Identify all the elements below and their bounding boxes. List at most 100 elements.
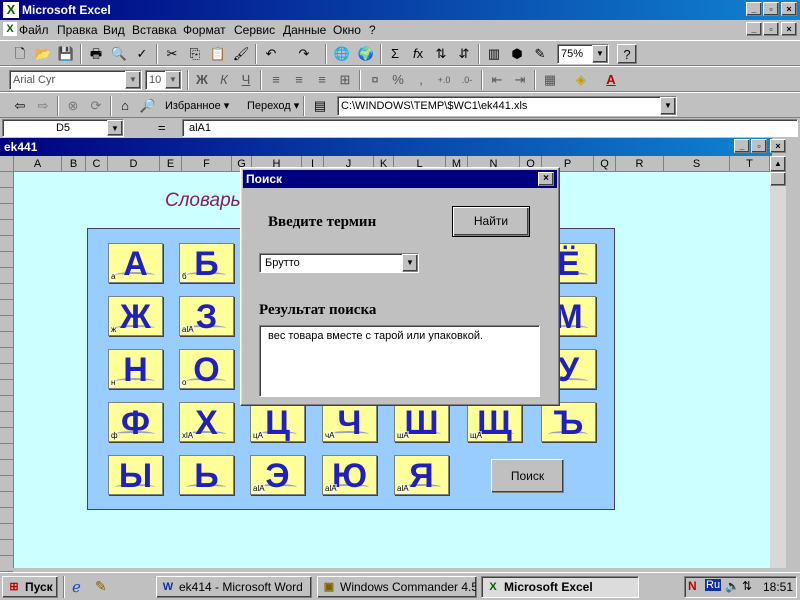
row-header[interactable]: 10 [0, 316, 13, 332]
print-preview-icon[interactable]: 🔍 [109, 44, 129, 64]
row-header[interactable]: 17 [0, 428, 13, 444]
undo-icon[interactable]: ↶ [261, 44, 281, 64]
sort-ascending-icon[interactable]: ⇅ [431, 44, 451, 64]
column-header[interactable]: F [182, 156, 232, 172]
find-button[interactable]: Найти [452, 206, 530, 237]
wb-close-button[interactable]: × [770, 139, 786, 153]
row-header[interactable]: 22 [0, 508, 13, 524]
drawing-icon[interactable]: ✎ [530, 44, 550, 64]
column-header[interactable]: D [108, 156, 160, 172]
workbook-title-bar[interactable]: ek441 _ ▫ [0, 138, 772, 156]
internet-explorer-icon[interactable]: ℯ [72, 578, 81, 596]
office-assistant-icon[interactable]: ? [617, 44, 637, 64]
redo-icon[interactable]: ↷ [294, 44, 314, 64]
letter-button[interactable]: Фф [108, 402, 163, 442]
term-select[interactable]: Брутто ▼ [259, 253, 419, 273]
letter-button[interactable]: Оо [179, 349, 234, 389]
format-painter-icon[interactable]: 🖌 [231, 44, 251, 64]
row-header[interactable]: 25 [0, 556, 13, 572]
row-header[interactable]: 4 [0, 220, 13, 236]
row-header[interactable]: 24 [0, 540, 13, 556]
dialog-close-button[interactable]: × [538, 172, 554, 186]
row-headers[interactable]: 1 2 3 4 5 6 7 8 9 10 11 12 13 14 15 16 17 18 19 20 21 22 23 24 2… [0, 172, 14, 572]
letter-button[interactable]: ЮalA [322, 455, 377, 495]
volume-icon[interactable]: 🔈 [725, 579, 740, 593]
name-box[interactable]: D5 ▼ [2, 119, 124, 137]
sort-descending-icon[interactable]: ⇵ [454, 44, 474, 64]
font-color-icon[interactable]: A [601, 70, 621, 90]
row-header[interactable]: 13 [0, 364, 13, 380]
menu-insert[interactable]: Вставка [132, 23, 177, 37]
row-header[interactable]: 18 [0, 444, 13, 460]
letter-button[interactable]: ЭalA [250, 455, 305, 495]
restore-button[interactable]: ▫ [763, 2, 779, 16]
scroll-thumb[interactable] [770, 172, 786, 186]
letter-button[interactable]: Ъ [541, 402, 596, 442]
task-excel[interactable]: X Microsoft Excel [481, 576, 639, 598]
bold-button[interactable]: Ж [192, 70, 212, 90]
row-header[interactable]: 1 [0, 172, 13, 188]
row-header[interactable]: 15 [0, 396, 13, 412]
font-select[interactable]: Arial Cyr ▼ [9, 70, 142, 90]
currency-icon[interactable]: ¤ [365, 70, 385, 90]
function-icon[interactable]: fx [408, 44, 428, 64]
language-indicator[interactable]: Ru [705, 579, 722, 591]
row-header[interactable]: 19 [0, 460, 13, 476]
start-button[interactable]: ⊞ Пуск [2, 576, 58, 598]
web-toolbar-icon[interactable]: 🌍 [356, 44, 376, 64]
row-header[interactable]: 5 [0, 236, 13, 252]
letter-button[interactable]: Жж [108, 296, 163, 336]
formula-input[interactable]: alA1 [182, 119, 798, 137]
column-header[interactable]: C [86, 156, 108, 172]
document-icon[interactable]: X [3, 22, 17, 36]
letter-button[interactable]: Ь [179, 455, 234, 495]
letter-button[interactable]: Нн [108, 349, 163, 389]
underline-button[interactable]: Ч [236, 70, 256, 90]
font-size-select[interactable]: 10 ▼ [145, 70, 182, 90]
letter-button[interactable]: ШшA [394, 402, 449, 442]
letter-button[interactable]: ЯalA [394, 455, 449, 495]
column-header[interactable]: T [730, 156, 770, 172]
row-header[interactable]: 9 [0, 300, 13, 316]
excel-icon[interactable]: X [3, 2, 19, 18]
minimize-button[interactable]: _ [746, 2, 762, 16]
row-header[interactable]: 12 [0, 348, 13, 364]
select-all-corner[interactable] [0, 156, 14, 172]
menu-edit[interactable]: Правка [57, 23, 98, 37]
open-icon[interactable]: 📂 [33, 44, 53, 64]
back-icon[interactable]: ⇦ [10, 96, 30, 116]
increase-decimal-icon[interactable]: +.0 [434, 70, 454, 90]
result-textbox[interactable]: вес товара вместе с тарой или упаковкой. [259, 325, 540, 397]
row-header[interactable]: 11 [0, 332, 13, 348]
letter-button[interactable]: ХxlA [179, 402, 234, 442]
letter-button[interactable]: ЗalA [179, 296, 234, 336]
decrease-indent-icon[interactable]: ⇤ [487, 70, 507, 90]
chevron-down-icon[interactable]: ▼ [125, 71, 141, 89]
row-header[interactable]: 23 [0, 524, 13, 540]
fill-color-icon[interactable]: ◈ [571, 70, 591, 90]
menu-data[interactable]: Данные [283, 23, 326, 37]
show-only-web-toolbar-icon[interactable]: ▤ [310, 96, 330, 116]
row-header[interactable]: 7 [0, 268, 13, 284]
italic-button[interactable]: К [214, 70, 234, 90]
borders-icon[interactable]: ▦ [540, 70, 560, 90]
cut-icon[interactable]: ✂ [162, 44, 182, 64]
home-icon[interactable]: ⌂ [115, 96, 135, 116]
letter-button[interactable]: Бб [179, 243, 234, 283]
column-header[interactable]: A [14, 156, 62, 172]
percent-button[interactable]: % [388, 70, 408, 90]
row-header[interactable]: 3 [0, 204, 13, 220]
column-header[interactable]: R [616, 156, 664, 172]
spelling-icon[interactable]: ✓ [132, 44, 152, 64]
letter-button[interactable]: Ы [108, 455, 163, 495]
menu-file[interactable]: Файл [19, 23, 49, 37]
letter-button[interactable]: Аа [108, 243, 163, 283]
paste-icon[interactable]: 📋 [208, 44, 228, 64]
menu-help[interactable]: ? [369, 23, 376, 37]
align-right-icon[interactable]: ≡ [312, 70, 332, 90]
wb-maximize-button[interactable]: ▫ [751, 139, 767, 153]
row-header[interactable]: 21 [0, 492, 13, 508]
close-button[interactable]: × [781, 2, 797, 16]
row-header[interactable]: 6 [0, 252, 13, 268]
desktop-icon[interactable]: ✎ [95, 578, 107, 595]
